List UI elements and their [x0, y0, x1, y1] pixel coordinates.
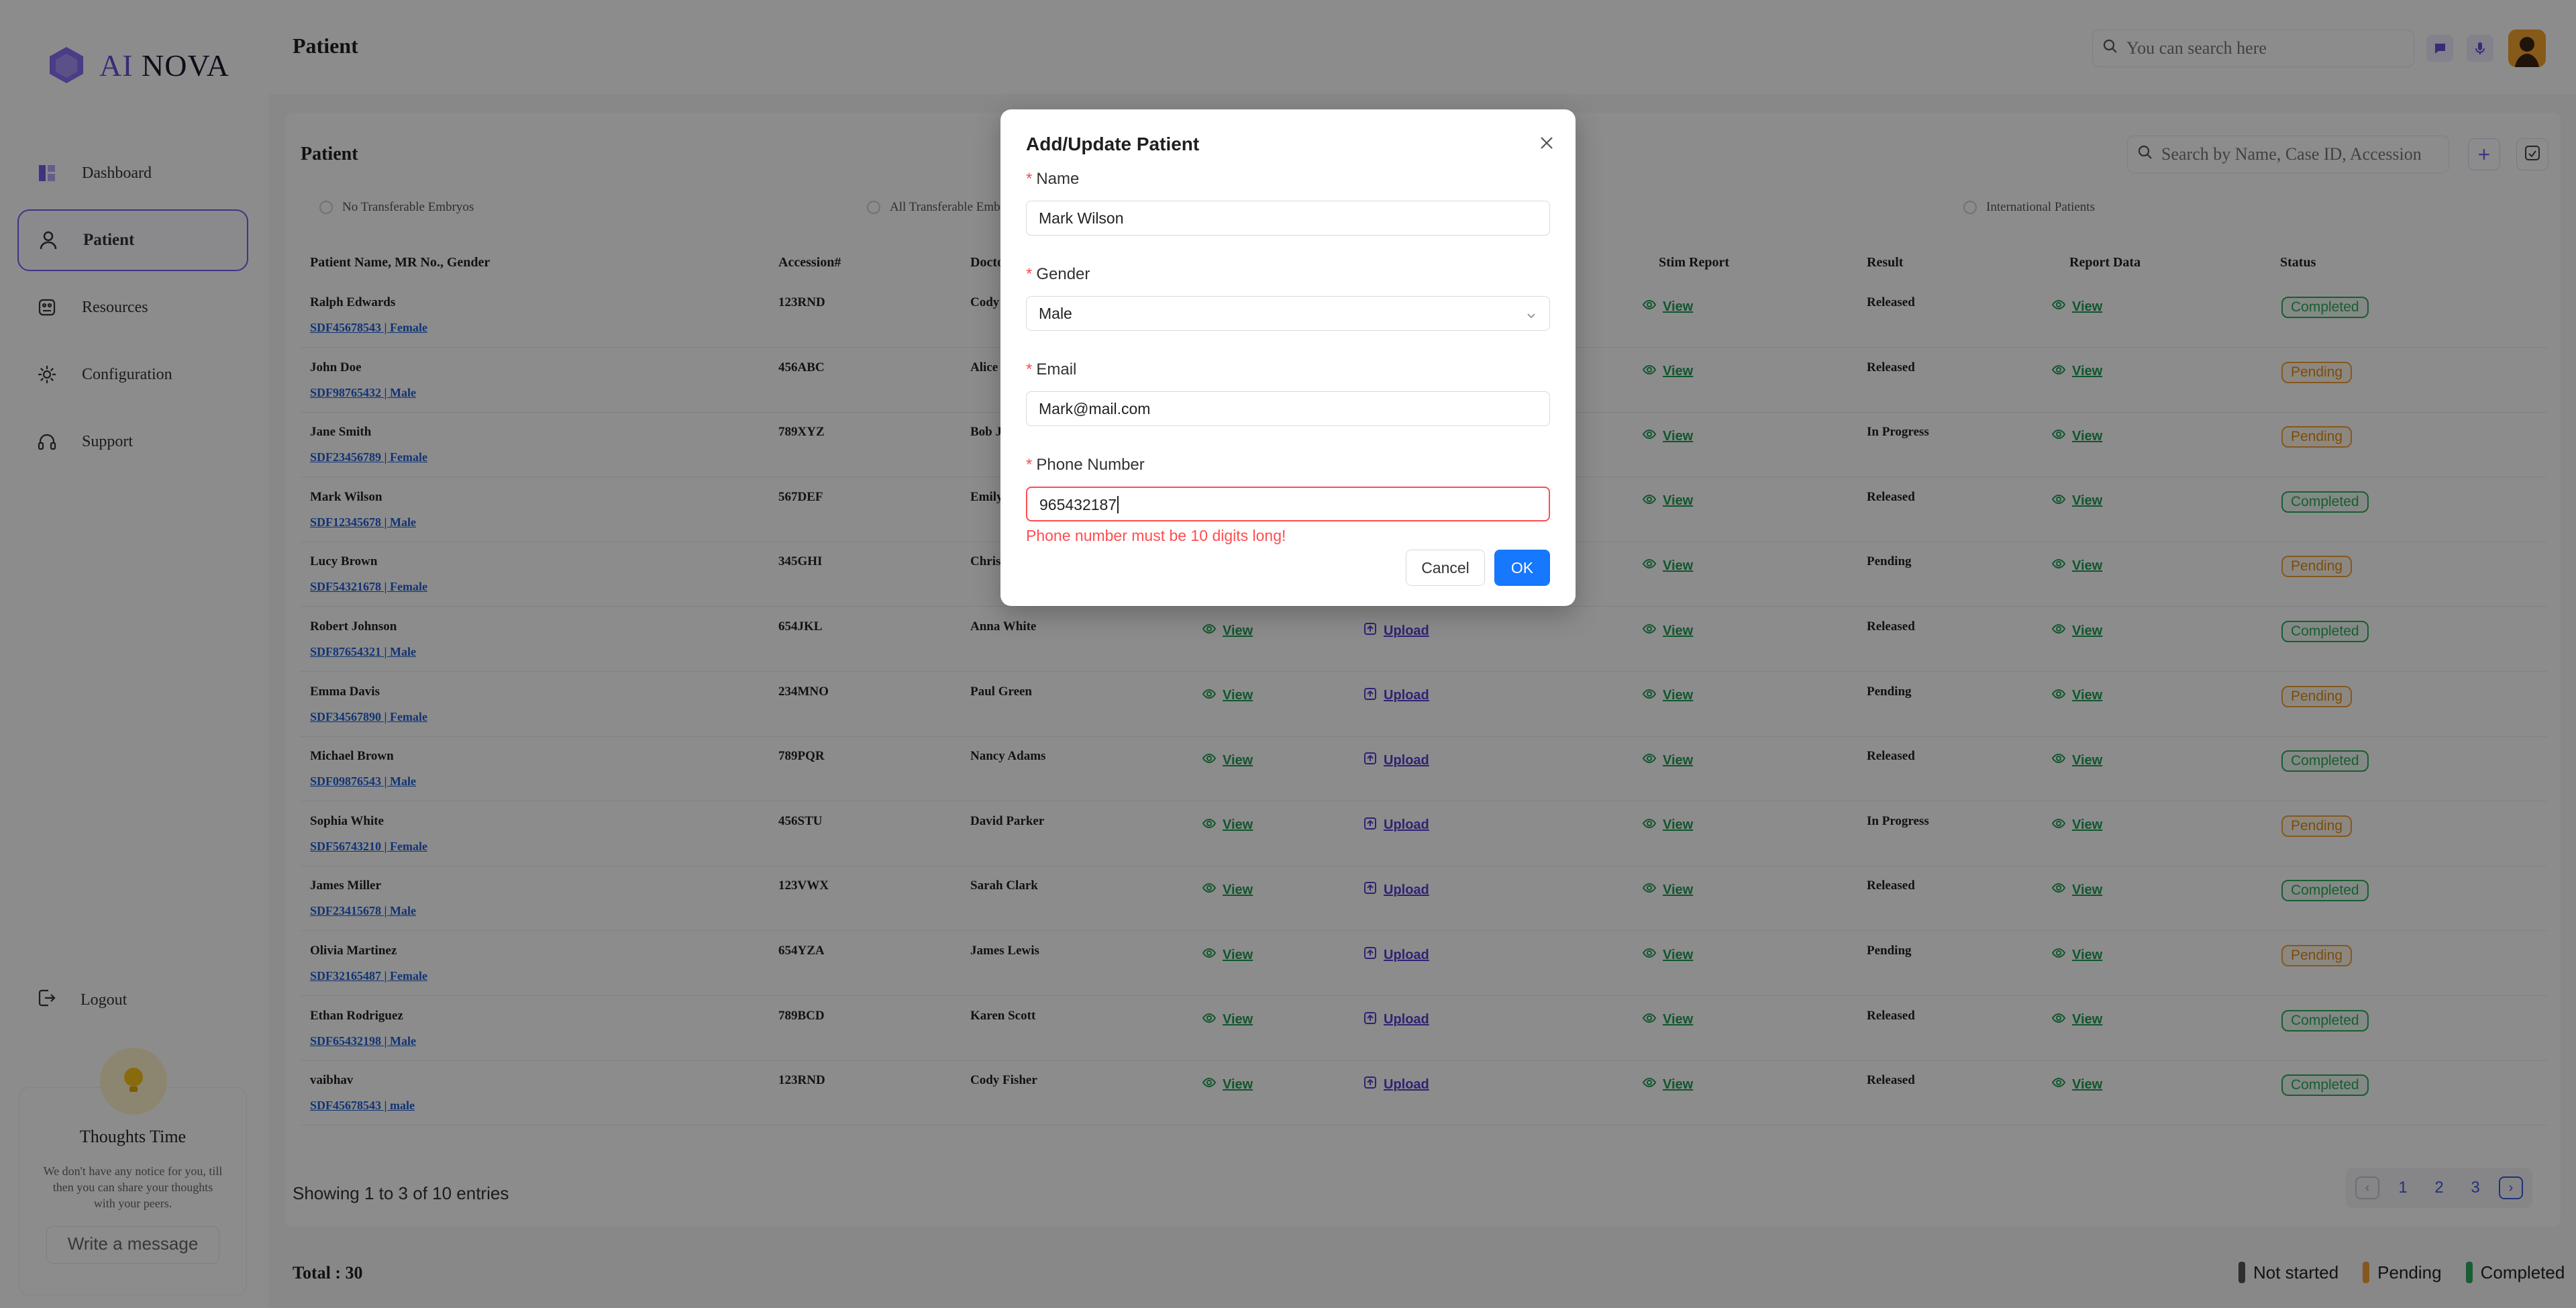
name-field[interactable]: Mark Wilson	[1026, 201, 1550, 236]
name-label: * Name	[1026, 170, 1080, 188]
email-label-text: Email	[1036, 360, 1077, 379]
email-field[interactable]: Mark@mail.com	[1026, 391, 1550, 426]
phone-label-text: Phone Number	[1036, 456, 1145, 474]
name-label-text: Name	[1036, 170, 1080, 188]
cancel-button[interactable]: Cancel	[1406, 550, 1485, 586]
phone-number-field[interactable]: 965432187	[1026, 487, 1550, 521]
gender-label: * Gender	[1026, 265, 1090, 283]
phone-error-message: Phone number must be 10 digits long!	[1026, 527, 1286, 544]
close-icon[interactable]	[1535, 131, 1559, 155]
ok-button[interactable]: OK	[1494, 550, 1550, 586]
text-cursor	[1117, 496, 1119, 513]
add-update-patient-modal: Add/Update Patient * Name Mark Wilson * Ge…	[1000, 109, 1576, 606]
phone-value: 965432187	[1039, 496, 1117, 513]
gender-value: Male	[1039, 305, 1072, 322]
gender-label-text: Gender	[1036, 265, 1090, 283]
email-label: * Email	[1026, 360, 1077, 379]
phone-label: * Phone Number	[1026, 456, 1145, 474]
gender-select[interactable]: Male	[1026, 296, 1550, 331]
modal-title: Add/Update Patient	[1026, 134, 1200, 154]
chevron-down-icon	[1525, 307, 1537, 325]
